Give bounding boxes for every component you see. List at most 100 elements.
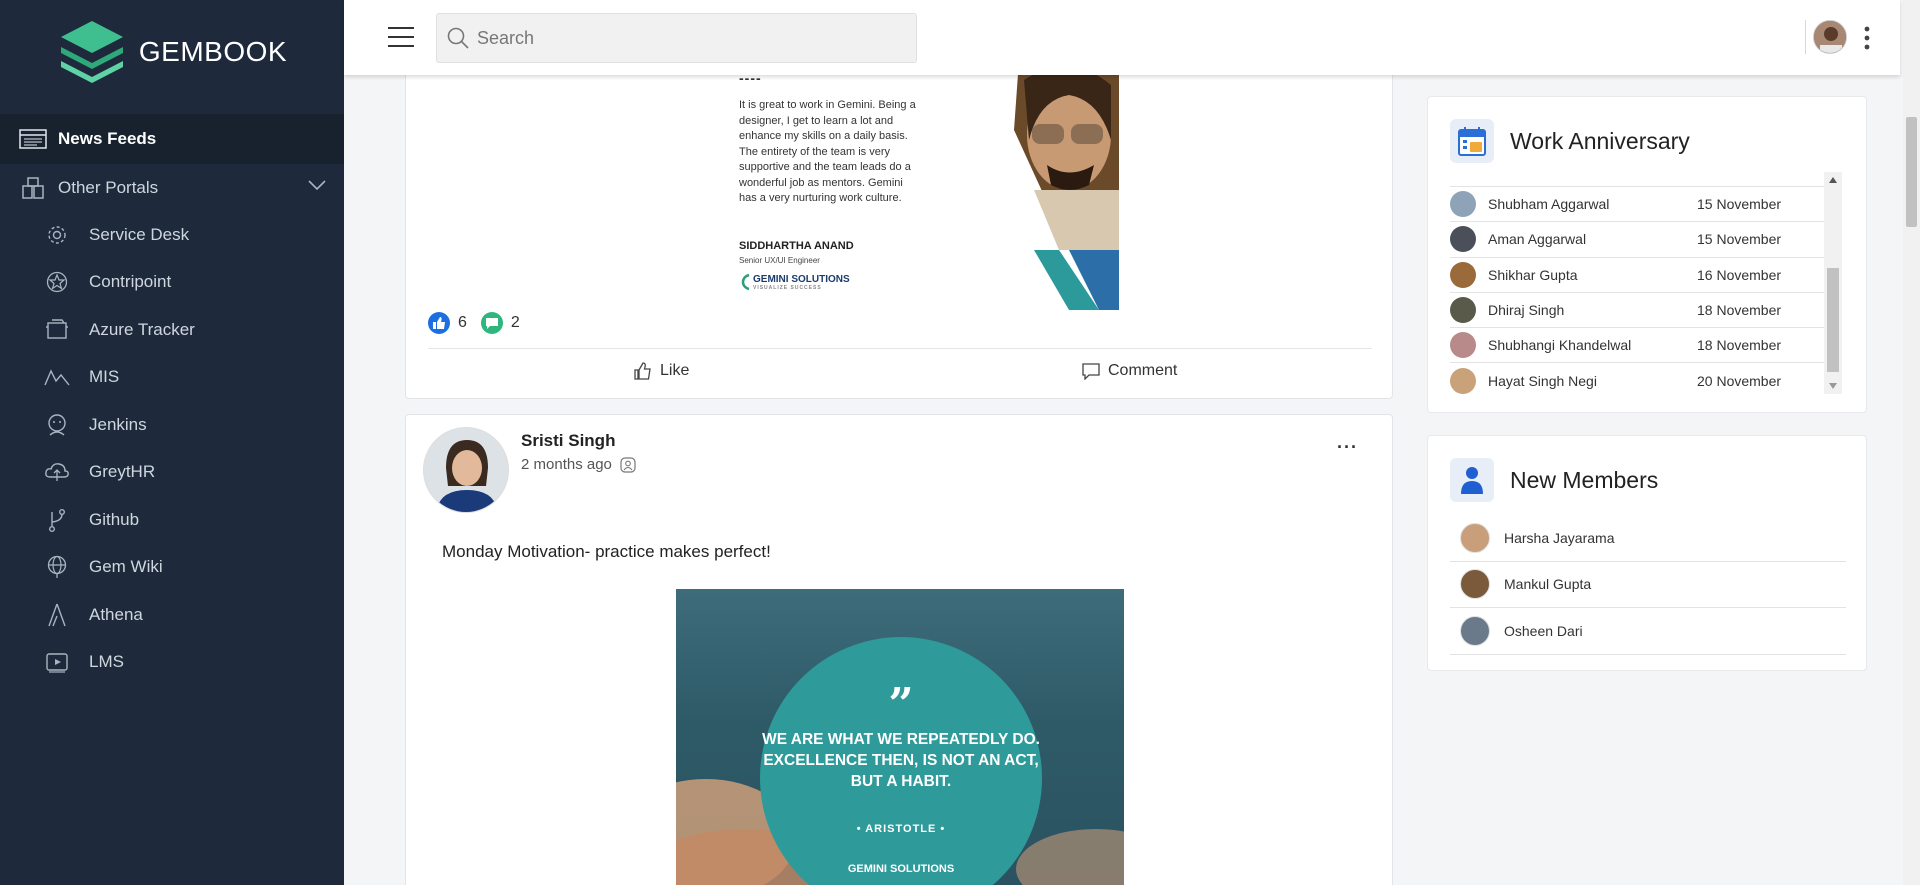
anniversary-row[interactable]: Shikhar Gupta 16 November xyxy=(1450,258,1835,293)
jenkins-icon xyxy=(44,413,70,437)
sidebar-item-news-feeds[interactable]: News Feeds xyxy=(0,114,344,164)
logo-text: GEMINI SOLUTIONS xyxy=(753,273,850,285)
globe-icon xyxy=(44,555,70,579)
sidebar-item-github[interactable]: Github xyxy=(0,496,344,544)
more-vertical-icon[interactable] xyxy=(1863,26,1871,50)
tracker-icon xyxy=(44,318,70,342)
comment-button[interactable]: Comment xyxy=(1082,362,1177,380)
anniversary-row[interactable]: Hayat Singh Negi 20 November xyxy=(1450,363,1835,395)
brand[interactable]: GEMBOOK xyxy=(0,0,344,104)
member-name: Shubham Aggarwal xyxy=(1488,196,1610,213)
video-icon xyxy=(44,650,70,674)
audience-icon xyxy=(620,456,636,473)
calendar-icon xyxy=(1450,119,1494,163)
new-member-row[interactable]: Mankul Gupta xyxy=(1450,562,1846,608)
gemini-logo-icon xyxy=(741,273,750,291)
anniversary-row[interactable]: Shubham Aggarwal 15 November xyxy=(1450,187,1835,223)
sidebar-item-lms[interactable]: LMS xyxy=(0,639,344,687)
anniversary-date: 18 November xyxy=(1697,302,1782,319)
panel-title: New Members xyxy=(1510,466,1659,493)
gembook-logo-icon xyxy=(60,21,123,83)
post-more-button[interactable]: ··· xyxy=(1337,437,1358,458)
image-quote: WE ARE WHAT WE REPEATEDLY DO. EXCELLENCE… xyxy=(762,731,1040,790)
anniversary-row[interactable]: Aman Aggarwal 15 November xyxy=(1450,222,1835,258)
post-image[interactable]: ” WE ARE WHAT WE REPEATEDLY DO. EXCELLEN… xyxy=(676,589,1124,885)
like-label: Like xyxy=(660,362,690,379)
chevron-down-icon[interactable] xyxy=(308,180,326,190)
portals-icon xyxy=(18,176,48,200)
sidebar-item-label: Athena xyxy=(89,604,143,624)
git-branch-icon xyxy=(44,508,70,532)
comment-icon xyxy=(1082,363,1100,380)
sidebar-item-athena[interactable]: Athena xyxy=(0,591,344,639)
member-name: Shubhangi Khandelwal xyxy=(1488,337,1632,354)
post-text: Monday Motivation- practice makes perfec… xyxy=(442,542,771,561)
search-input[interactable] xyxy=(477,27,897,49)
search-box[interactable] xyxy=(436,13,917,63)
thumbs-up-icon xyxy=(634,362,651,380)
avatar xyxy=(1460,615,1490,646)
sidebar-item-label: Service Desk xyxy=(89,224,190,244)
like-button[interactable]: Like xyxy=(634,362,689,380)
user-avatar[interactable] xyxy=(1813,20,1847,54)
sidebar-item-label: LMS xyxy=(89,652,124,672)
sidebar-item-service-desk[interactable]: Service Desk xyxy=(0,211,344,259)
sidebar-item-mis[interactable]: MIS xyxy=(0,354,344,402)
member-name: Aman Aggarwal xyxy=(1488,231,1587,248)
sidebar-item-contripoint[interactable]: Contripoint xyxy=(0,259,344,307)
brand-name: GEMBOOK xyxy=(138,36,288,67)
anniversary-row[interactable]: Shubhangi Khandelwal 18 November xyxy=(1450,328,1835,364)
page-scrollbar[interactable] xyxy=(1903,0,1920,885)
author-avatar[interactable] xyxy=(423,427,509,513)
comment-reaction-icon xyxy=(480,312,503,334)
sidebar-item-label: News Feeds xyxy=(58,129,157,148)
scrollbar-thumb[interactable] xyxy=(1906,117,1917,227)
scrollbar-thumb[interactable] xyxy=(1827,268,1839,372)
sidebar-item-other-portals[interactable]: Other Portals xyxy=(0,164,344,211)
new-member-row[interactable]: Osheen Dari xyxy=(1450,608,1846,655)
member-name: Dhiraj Singh xyxy=(1488,302,1565,319)
author-name[interactable]: Sristi Singh xyxy=(521,431,615,451)
person-photo xyxy=(969,60,1119,310)
member-name: Osheen Dari xyxy=(1504,622,1583,639)
sidebar-item-label: GreytHR xyxy=(89,462,156,482)
anniversary-date: 20 November xyxy=(1697,372,1782,389)
sidebar-item-greythr[interactable]: GreytHR xyxy=(0,449,344,497)
post-time: 2 months ago xyxy=(521,456,612,473)
cloud-hr-icon xyxy=(44,460,70,484)
avatar xyxy=(1450,226,1476,253)
anniversary-list[interactable]: Shubham Aggarwal 15 November Aman Aggarwal… xyxy=(1450,175,1835,395)
hamburger-menu-icon[interactable] xyxy=(388,26,414,48)
avatar xyxy=(1450,297,1476,324)
quote-mark-icon: ” xyxy=(888,679,914,730)
avatar xyxy=(1450,332,1476,359)
gemini-logo: GEMINI SOLUTIONS VISUALIZE SUCCESS xyxy=(739,273,850,291)
anniversary-date: 16 November xyxy=(1697,266,1782,283)
news-feed-icon xyxy=(18,127,48,151)
scroll-up-icon[interactable] xyxy=(1828,176,1838,184)
star-badge-icon xyxy=(44,270,70,294)
logo-tagline: VISUALIZE SUCCESS xyxy=(753,284,822,291)
avatar xyxy=(1450,367,1476,394)
sidebar-item-gem-wiki[interactable]: Gem Wiki xyxy=(0,544,344,592)
sidebar-item-azure-tracker[interactable]: Azure Tracker xyxy=(0,306,344,354)
member-name: Mankul Gupta xyxy=(1504,576,1592,593)
comment-count: 2 xyxy=(510,314,520,331)
avatar xyxy=(1450,261,1476,288)
sidebar-item-jenkins[interactable]: Jenkins xyxy=(0,401,344,449)
member-name: Harsha Jayarama xyxy=(1504,529,1615,546)
reactions-bar[interactable]: 6 2 xyxy=(428,312,534,334)
member-name: Hayat Singh Negi xyxy=(1488,372,1597,389)
sidebar-item-label: Gem Wiki xyxy=(89,557,163,577)
avatar xyxy=(1450,191,1476,218)
new-member-row[interactable]: Harsha Jayarama xyxy=(1450,515,1846,562)
anniversary-scrollbar[interactable] xyxy=(1824,172,1842,394)
post-card: ---- It is great to work in Gemini. Bein… xyxy=(405,60,1393,399)
post-divider xyxy=(428,348,1372,349)
scroll-down-icon[interactable] xyxy=(1828,382,1838,390)
sidebar-item-label: Contripoint xyxy=(89,272,172,292)
anniversary-row[interactable]: Dhiraj Singh 18 November xyxy=(1450,293,1835,329)
anniversary-date: 15 November xyxy=(1697,231,1782,248)
work-anniversary-panel: Work Anniversary Shubham Aggarwal 15 Nove… xyxy=(1427,96,1867,413)
post-image[interactable]: ---- It is great to work in Gemini. Bein… xyxy=(731,60,1119,310)
